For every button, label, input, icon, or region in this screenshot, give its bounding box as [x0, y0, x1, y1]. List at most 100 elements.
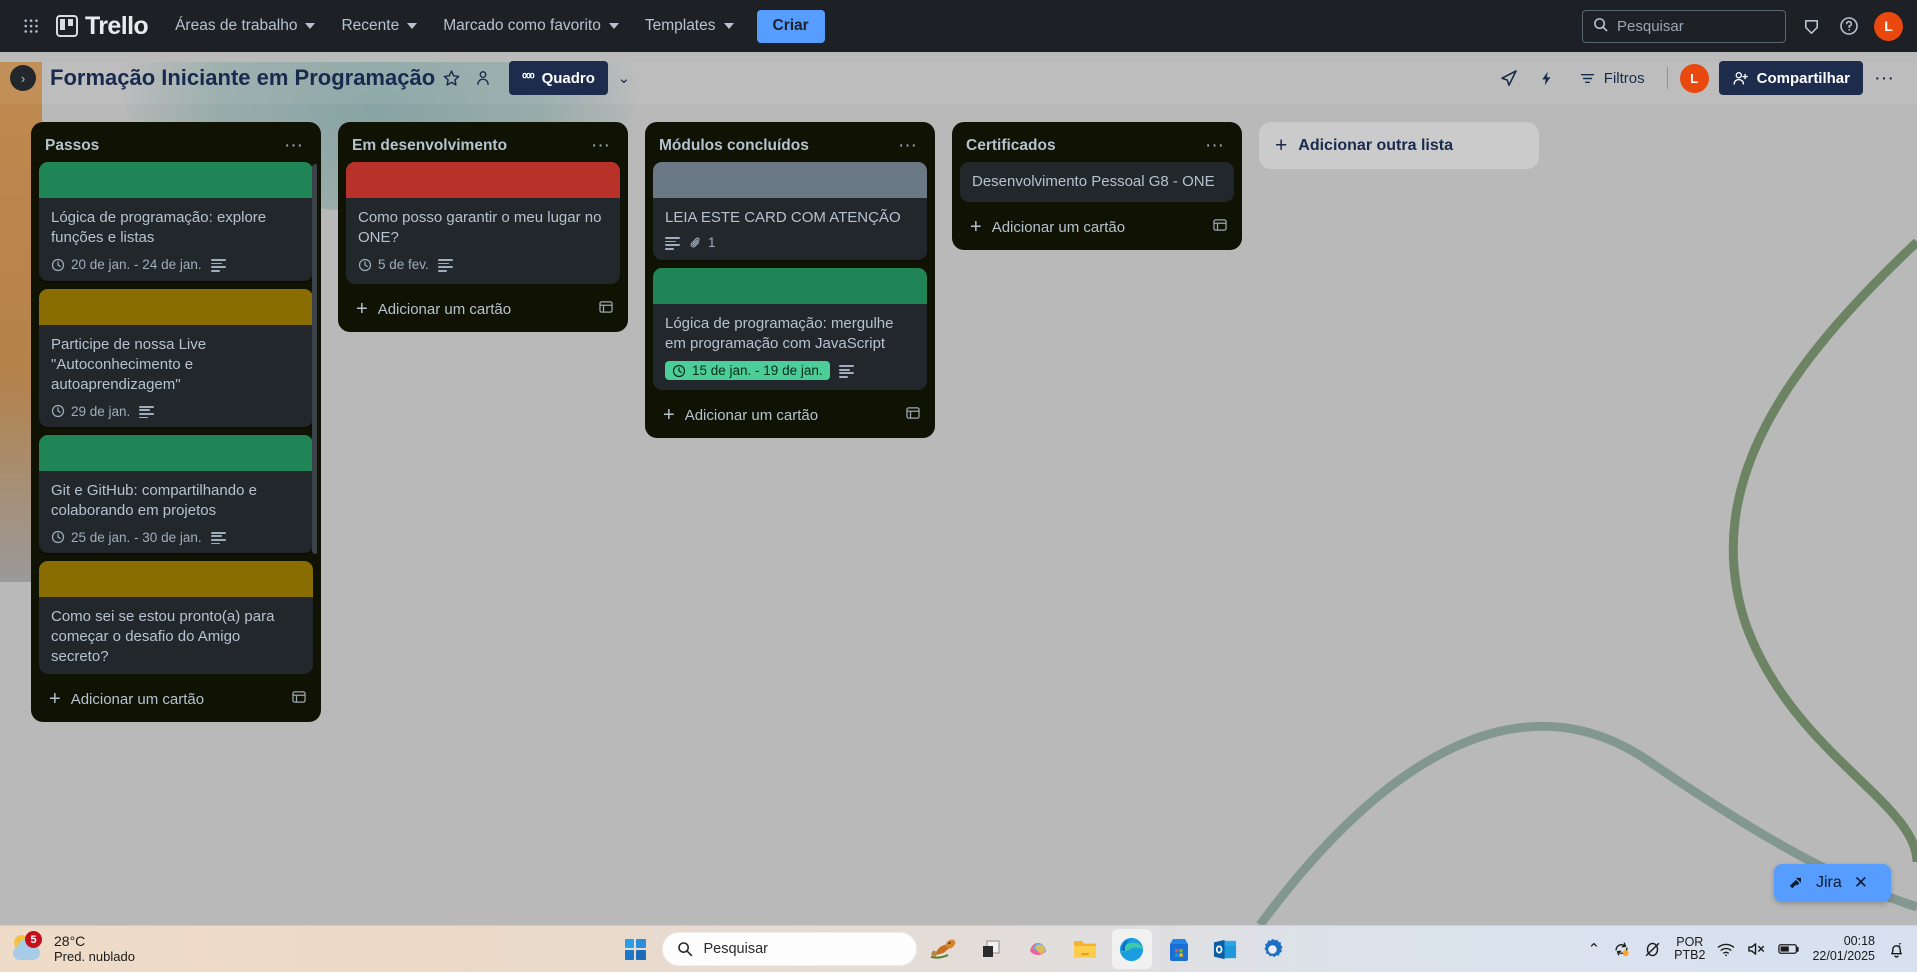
jira-icon: [1789, 877, 1801, 888]
nav-item-starred[interactable]: Marcado como favorito: [432, 10, 630, 42]
jira-widget[interactable]: Jira ✕: [1774, 864, 1891, 902]
board-title[interactable]: Formação Iniciante em Programação: [50, 65, 435, 91]
windows-taskbar: 5 28°C Pred. nublado Pesquisar ⌃ POR PTB…: [0, 925, 1917, 972]
card-title: Participe de nossa Live "Autoconheciment…: [51, 335, 207, 393]
board-member-avatar[interactable]: L: [1679, 63, 1709, 93]
due-date-badge[interactable]: 20 de jan. - 24 de jan.: [51, 255, 202, 274]
description-icon: [210, 259, 226, 272]
card-template-icon[interactable]: [905, 405, 921, 425]
taskbar-search[interactable]: Pesquisar: [661, 932, 917, 966]
card-body: Como posso garantir o meu lugar no ONE? …: [346, 198, 620, 284]
outlook-icon[interactable]: [1206, 929, 1246, 969]
card[interactable]: Lógica de programação: mergulhe em progr…: [653, 268, 927, 391]
rocket-icon[interactable]: [1493, 62, 1525, 94]
onedrive-sync-icon[interactable]: [1612, 940, 1631, 958]
card-template-icon[interactable]: [598, 299, 614, 319]
list-title[interactable]: Certificados: [966, 137, 1199, 155]
card-template-icon[interactable]: [291, 689, 307, 709]
add-card-button[interactable]: + Adicionar um cartão: [39, 680, 317, 714]
card-body: Lógica de programação: mergulhe em progr…: [653, 304, 927, 390]
create-button[interactable]: Criar: [756, 9, 825, 43]
apps-grid-icon[interactable]: [14, 18, 48, 34]
list-actions-icon[interactable]: ···: [278, 136, 309, 155]
microsoft-store-icon[interactable]: [1159, 929, 1199, 969]
due-date-badge[interactable]: 29 de jan.: [51, 402, 130, 421]
due-date-badge-complete[interactable]: 15 de jan. - 19 de jan.: [665, 361, 830, 381]
share-button[interactable]: Compartilhar: [1718, 61, 1863, 95]
clock[interactable]: 00:18 22/01/2025: [1812, 934, 1875, 964]
list-title[interactable]: Módulos concluídos: [659, 137, 892, 155]
view-switcher-board[interactable]: ⁰⁰⁰ Quadro: [509, 61, 608, 95]
microsoft-edge-icon[interactable]: [1111, 929, 1152, 969]
wifi-icon[interactable]: [1717, 942, 1735, 957]
card[interactable]: Git e GitHub: compartilhando e colaboran…: [39, 434, 313, 554]
mouse-disabled-icon[interactable]: [1643, 941, 1662, 958]
card-title: Git e GitHub: compartilhando e colaboran…: [51, 481, 257, 519]
workspace-visible-icon[interactable]: [467, 62, 499, 94]
header-divider: [1666, 67, 1668, 89]
copilot-icon[interactable]: [1018, 929, 1058, 969]
volume-muted-icon[interactable]: [1747, 941, 1766, 957]
close-icon[interactable]: ✕: [1854, 873, 1868, 893]
sidebar-expand-icon[interactable]: ›: [10, 65, 36, 91]
card-template-icon[interactable]: [1212, 217, 1228, 237]
card[interactable]: Como posso garantir o meu lugar no ONE? …: [346, 162, 620, 285]
list-cards: Desenvolvimento Pessoal G8 - ONE: [960, 162, 1238, 203]
list-title[interactable]: Passos: [45, 137, 278, 155]
bell-icon[interactable]: [1798, 13, 1824, 39]
search-input[interactable]: [1617, 17, 1775, 35]
list-actions-icon[interactable]: ···: [892, 136, 923, 155]
due-date-text: 20 de jan. - 24 de jan.: [71, 257, 202, 273]
board-view-icon: ⁰⁰⁰: [522, 71, 534, 85]
nav-item-recent[interactable]: Recente: [330, 10, 428, 42]
weather-description: Pred. nublado: [54, 948, 135, 964]
clock-icon: [51, 258, 65, 271]
global-search[interactable]: [1582, 9, 1786, 43]
add-card-button[interactable]: + Adicionar um cartão: [346, 290, 624, 324]
squirrel-widget-icon[interactable]: [924, 929, 964, 969]
list-actions-icon[interactable]: ···: [1199, 136, 1230, 155]
list-actions-icon[interactable]: ···: [585, 136, 616, 155]
notifications-dnd-icon[interactable]: z: [1887, 940, 1906, 959]
view-switcher-label: Quadro: [541, 69, 595, 87]
weather-widget[interactable]: 5 28°C Pred. nublado: [0, 931, 300, 965]
plus-icon: +: [356, 298, 368, 321]
battery-icon[interactable]: [1778, 942, 1800, 956]
description-icon: [139, 405, 155, 419]
view-switcher-chevron-down-icon[interactable]: ⌄: [608, 62, 640, 94]
trello-logo[interactable]: Trello: [56, 12, 149, 41]
card-body: Git e GitHub: compartilhando e colaboran…: [39, 471, 313, 554]
due-date-badge[interactable]: 25 de jan. - 30 de jan.: [51, 528, 202, 547]
card-title: Como posso garantir o meu lugar no ONE?: [358, 209, 602, 247]
add-another-list-button[interactable]: + Adicionar outra lista: [1259, 122, 1539, 169]
card[interactable]: LEIA ESTE CARD COM ATENÇÃO 1: [653, 162, 927, 261]
card-cover: [39, 162, 313, 198]
settings-icon[interactable]: [1253, 929, 1293, 969]
filters-button[interactable]: Filtros: [1569, 62, 1655, 94]
card[interactable]: Participe de nossa Live "Autoconheciment…: [39, 288, 313, 427]
add-card-button[interactable]: + Adicionar um cartão: [653, 396, 931, 430]
card[interactable]: Desenvolvimento Pessoal G8 - ONE: [960, 162, 1234, 203]
list-header: Certificados ···: [960, 130, 1238, 162]
card-body: Lógica de programação: explore funções e…: [39, 198, 313, 281]
add-card-button[interactable]: + Adicionar um cartão: [960, 208, 1238, 242]
list-title[interactable]: Em desenvolvimento: [352, 137, 585, 155]
input-language-indicator[interactable]: POR PTB2: [1674, 935, 1705, 963]
lightning-icon[interactable]: [1531, 62, 1563, 94]
nav-item-workspaces[interactable]: Áreas de trabalho: [164, 10, 326, 42]
list-cards: LEIA ESTE CARD COM ATENÇÃO 1 Lógica de p…: [653, 162, 931, 391]
clock-icon: [51, 531, 65, 544]
user-avatar[interactable]: L: [1874, 11, 1903, 41]
board-menu-button[interactable]: ···: [1869, 63, 1899, 93]
tray-chevron-up-icon[interactable]: ⌃: [1588, 940, 1601, 958]
nav-item-templates[interactable]: Templates: [634, 10, 745, 42]
windows-start-icon[interactable]: [624, 938, 646, 960]
star-icon[interactable]: [435, 62, 467, 94]
card[interactable]: Lógica de programação: explore funções e…: [39, 162, 313, 281]
due-date-badge[interactable]: 5 de fev.: [358, 255, 429, 274]
help-circle-icon[interactable]: [1836, 13, 1862, 39]
task-view-icon[interactable]: [971, 929, 1011, 969]
list-scrollbar[interactable]: [312, 164, 317, 554]
file-explorer-icon[interactable]: [1065, 929, 1105, 969]
card[interactable]: Como sei se estou pronto(a) para começar…: [39, 561, 313, 674]
